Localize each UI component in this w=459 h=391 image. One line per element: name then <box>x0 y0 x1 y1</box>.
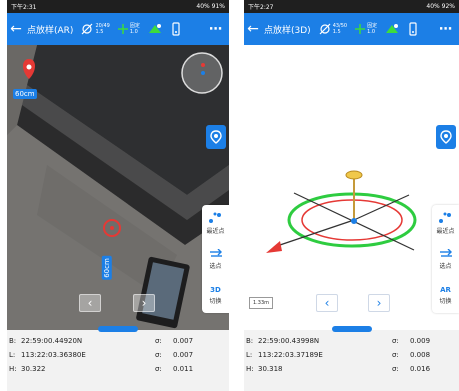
crosshair-icon <box>355 24 366 34</box>
row-h: H: 30.322 σ: 0.011 <box>9 365 194 373</box>
nearest-point-button[interactable]: 最近点 <box>436 205 455 241</box>
locate-button[interactable] <box>436 125 456 149</box>
right-tool-panel: 最近点 选点 AR 切换 <box>432 205 459 313</box>
app-bar: ← 点放样(3D) 43/50 1.5 固定 1.0 ⋯ <box>244 13 459 45</box>
panel-expand-handle[interactable] <box>331 326 372 332</box>
prev-point-button[interactable]: ‹ <box>316 294 338 312</box>
status-bar: 下午2:31 40% 91% <box>7 0 229 13</box>
select-point-button[interactable]: 选点 <box>209 241 223 277</box>
row-b: B: 22:59:00.43998N σ: 0.009 <box>246 337 431 345</box>
crosshair-icon <box>117 24 128 34</box>
height-value: 30.318 <box>258 365 283 373</box>
status-indicators: 40% 91% <box>196 3 225 10</box>
more-menu-icon[interactable]: ⋯ <box>209 22 223 37</box>
coordinate-panel: B: 22:59:00.43998N σ: 0.009 L: 113:22:03… <box>244 326 459 391</box>
panel-expand-handle[interactable] <box>98 326 138 332</box>
satellite-status[interactable]: 43/50 1.5 <box>319 23 347 35</box>
chevron-left-icon: ‹ <box>87 296 93 310</box>
prev-point-button[interactable]: ‹ <box>79 294 101 312</box>
status-time: 下午2:27 <box>248 4 274 11</box>
app-bar: ← 点放样(AR) 20/49 1.5 固定 1.0 ⋯ <box>7 13 229 45</box>
device-icon[interactable] <box>407 22 419 36</box>
top-distance-label: 60cm <box>13 89 37 99</box>
next-point-button[interactable]: › <box>368 294 390 312</box>
select-arrow-icon <box>209 248 222 257</box>
status-indicators: 40% 92% <box>426 3 455 10</box>
back-arrow-icon[interactable]: ← <box>7 21 25 37</box>
chevron-right-icon: › <box>141 296 147 310</box>
nearest-point-button[interactable]: 最近点 <box>206 205 225 241</box>
location-pin-icon <box>210 130 222 144</box>
nearest-point-icon <box>439 212 452 223</box>
latitude-value: 22:59:00.44920N <box>21 337 83 345</box>
sigma-h-value: 0.016 <box>410 365 431 373</box>
sigma-h-value: 0.011 <box>173 365 194 373</box>
coordinate-panel: B: 22:59:00.44920N σ: 0.007 L: 113:22:03… <box>7 326 229 391</box>
satellite-icon <box>319 23 331 35</box>
ar-icon: AR <box>440 285 451 294</box>
status-bar: 下午2:27 40% 92% <box>244 0 459 13</box>
3d-icon: 3D <box>210 285 221 294</box>
camera-scene <box>7 45 229 330</box>
phone-3d-view: 下午2:27 40% 92% ← 点放样(3D) 43/50 1.5 固定 1.0 … <box>244 0 459 391</box>
longitude-value: 113:22:03.36380E <box>21 351 86 359</box>
location-pin-icon <box>440 130 452 144</box>
scale-indicator: 1.33m <box>249 297 274 309</box>
right-tool-panel: 最近点 选点 3D 切换 <box>202 205 229 313</box>
longitude-value: 113:22:03.37189E <box>258 351 323 359</box>
more-menu-icon[interactable]: ⋯ <box>439 22 453 37</box>
sigma-b-value: 0.009 <box>410 337 431 345</box>
sigma-l-value: 0.008 <box>410 351 431 359</box>
signal-icon[interactable] <box>385 23 399 35</box>
locate-button[interactable] <box>206 125 226 149</box>
select-point-button[interactable]: 选点 <box>439 241 453 277</box>
fix-status[interactable]: 固定 1.0 <box>355 23 377 35</box>
back-arrow-icon[interactable]: ← <box>244 21 262 37</box>
nearest-point-icon <box>209 212 222 223</box>
select-arrow-icon <box>439 248 452 257</box>
page-title: 点放样(3D) <box>264 25 311 36</box>
signal-icon[interactable] <box>148 23 162 35</box>
satellite-status[interactable]: 20/49 1.5 <box>81 23 110 35</box>
ar-camera-view: 60cm 60cm 最近点 选点 3D 切换 ‹ › <box>7 45 229 330</box>
row-l: L: 113:22:03.37189E σ: 0.008 <box>246 351 431 359</box>
satellite-icon <box>82 23 93 35</box>
switch-view-button[interactable]: AR 切换 <box>439 277 451 313</box>
page-title: 点放样(AR) <box>27 25 74 36</box>
sigma-b-value: 0.007 <box>173 337 194 345</box>
chevron-left-icon: ‹ <box>324 296 330 310</box>
switch-view-button[interactable]: 3D 切换 <box>209 277 221 313</box>
sigma-l-value: 0.007 <box>173 351 194 359</box>
next-point-button[interactable]: › <box>133 294 155 312</box>
latitude-value: 22:59:00.43998N <box>258 337 320 345</box>
chevron-right-icon: › <box>376 296 382 310</box>
vertical-distance-label: 60cm <box>101 256 112 280</box>
row-h: H: 30.318 σ: 0.016 <box>246 365 431 373</box>
fix-status[interactable]: 固定 1.0 <box>117 23 140 35</box>
phone-ar-view: 下午2:31 40% 91% ← 点放样(AR) 20/49 1.5 固定 1.0 … <box>7 0 229 391</box>
3d-scene-view: 最近点 选点 AR 切换 1.33m ‹ › <box>244 45 459 330</box>
3d-scene <box>266 170 417 253</box>
row-b: B: 22:59:00.44920N σ: 0.007 <box>9 337 194 345</box>
row-l: L: 113:22:03.36380E σ: 0.007 <box>9 351 194 359</box>
height-value: 30.322 <box>21 365 46 373</box>
status-time: 下午2:31 <box>11 4 37 11</box>
device-icon[interactable] <box>170 22 182 36</box>
